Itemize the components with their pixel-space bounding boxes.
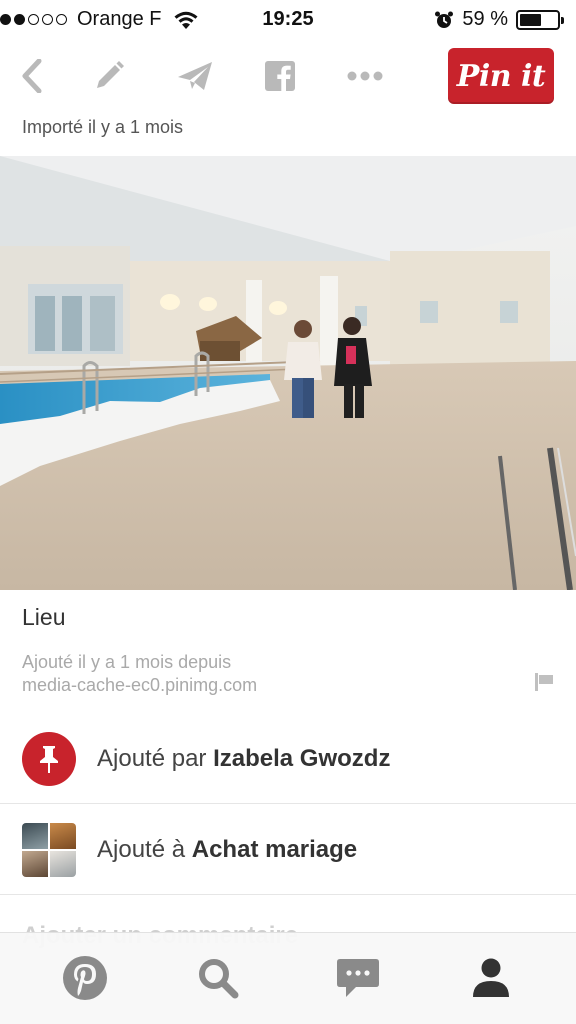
more-icon[interactable] xyxy=(343,54,387,98)
edit-icon[interactable] xyxy=(87,54,131,98)
added-to-prefix: Ajouté à xyxy=(97,835,186,863)
board-thumbnail xyxy=(22,822,76,877)
back-icon[interactable] xyxy=(10,54,54,98)
added-by-text: Ajouté par Izabela Gwozdz xyxy=(97,745,390,773)
imported-label: Importé il y a 1 mois xyxy=(22,117,184,137)
messages-icon xyxy=(337,959,379,997)
battery-percent: 59 % xyxy=(462,8,508,30)
search-icon xyxy=(199,959,239,999)
tab-profile[interactable] xyxy=(466,953,516,1003)
alarm-icon xyxy=(435,11,454,28)
added-by-user[interactable]: Izabela Gwozdz xyxy=(213,745,390,772)
tab-search[interactable] xyxy=(193,953,243,1003)
pushpin-icon xyxy=(22,731,76,786)
added-to-board[interactable]: Achat mariage xyxy=(192,836,357,863)
profile-icon xyxy=(473,958,509,997)
pin-it-button[interactable]: Pin it xyxy=(448,48,554,104)
toolbar: Pin it xyxy=(0,44,576,110)
added-to-text: Ajouté à Achat mariage xyxy=(97,836,357,864)
pin-title: Lieu xyxy=(22,604,66,630)
tab-home[interactable] xyxy=(60,953,110,1003)
added-by-row[interactable]: Ajouté par Izabela Gwozdz xyxy=(0,714,576,804)
report-flag-icon[interactable] xyxy=(534,672,554,692)
facebook-icon[interactable] xyxy=(258,54,302,98)
pinterest-icon xyxy=(63,956,107,1000)
pin-image[interactable] xyxy=(0,156,576,590)
meta-source-link[interactable]: media-cache-ec0.pinimg.com xyxy=(22,674,257,697)
added-to-row[interactable]: Ajouté à Achat mariage xyxy=(0,805,576,895)
added-by-prefix: Ajouté par xyxy=(97,744,207,772)
tab-messages[interactable] xyxy=(333,953,383,1003)
tab-bar xyxy=(0,932,576,1024)
pin-source-meta: Ajouté il y a 1 mois depuis media-cache-… xyxy=(22,651,257,697)
battery-icon xyxy=(516,9,564,30)
meta-added-line: Ajouté il y a 1 mois depuis xyxy=(22,652,232,672)
pool-hall-photo xyxy=(0,156,576,590)
status-right: 59 % xyxy=(434,8,564,31)
send-icon[interactable] xyxy=(173,54,217,98)
status-bar: Orange F 19:25 59 % xyxy=(0,0,576,38)
